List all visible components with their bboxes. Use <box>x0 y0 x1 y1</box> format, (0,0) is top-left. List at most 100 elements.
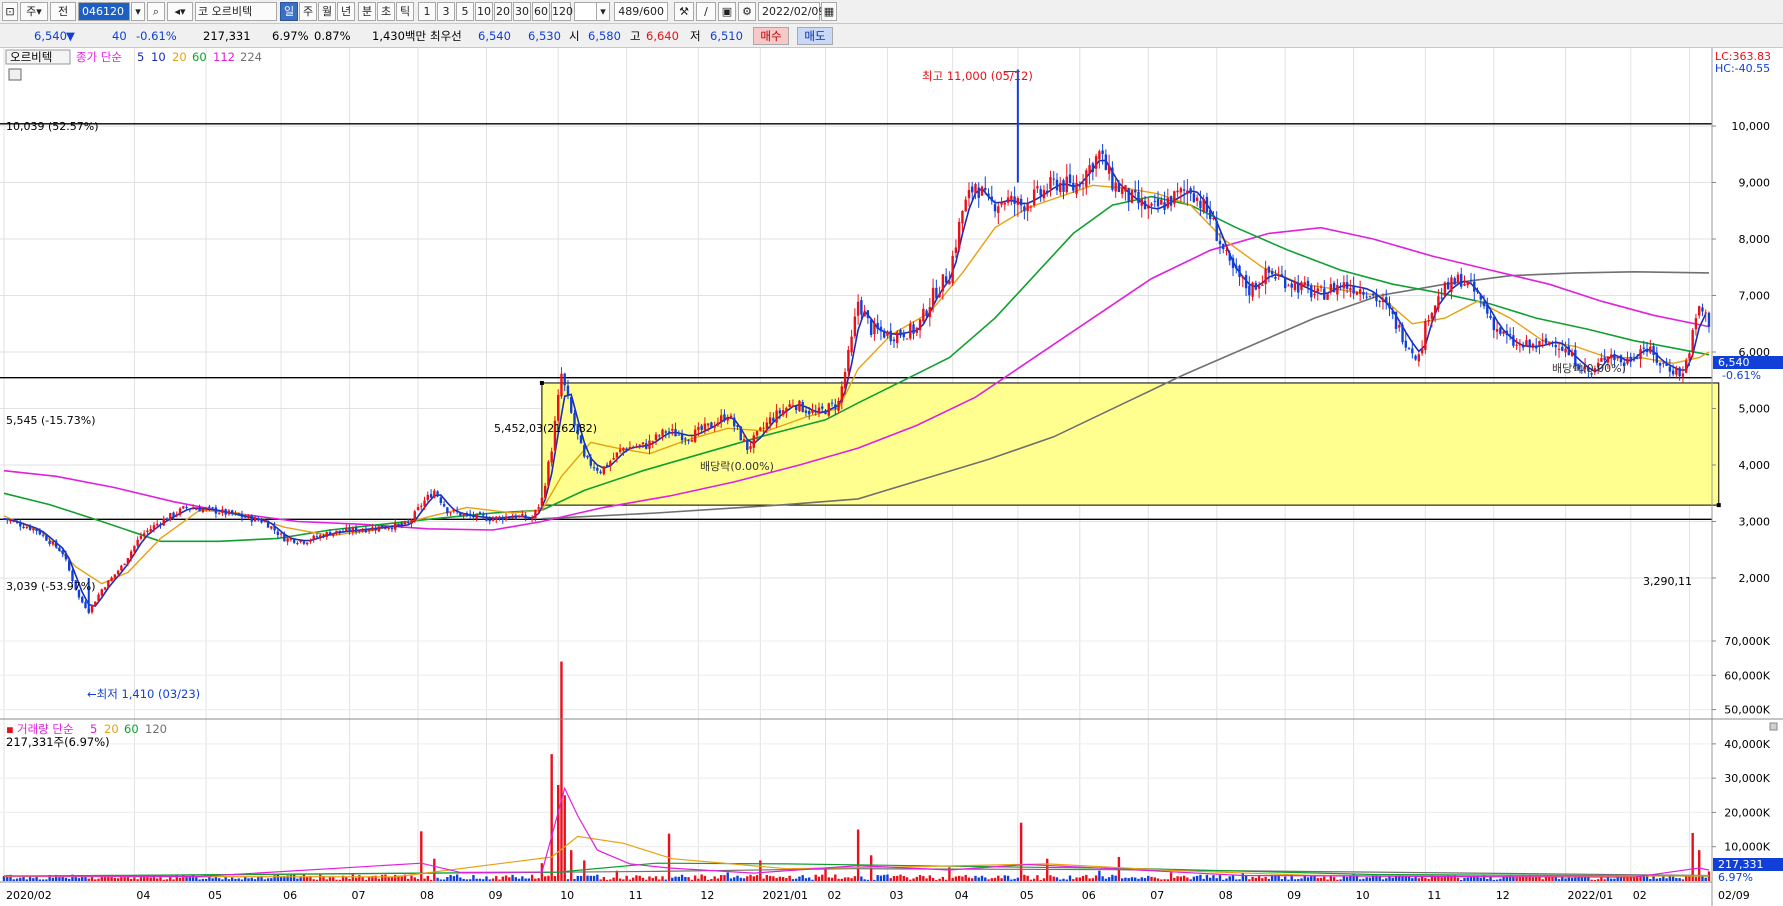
candle-body <box>609 461 612 466</box>
period-month[interactable]: 월 <box>318 2 336 21</box>
candle-body <box>671 429 674 431</box>
interval-60[interactable]: 60 <box>532 2 550 21</box>
quote-change-pct: -0.61% <box>136 29 177 43</box>
level-lower-label: 3,039 (-53.97%) <box>6 580 95 593</box>
gear-icon[interactable]: ⚙ <box>738 2 756 21</box>
candle-body <box>1518 343 1522 346</box>
volume-bar <box>1153 877 1156 881</box>
tools-icon[interactable]: ⚒ <box>674 2 694 21</box>
volume-bar <box>1424 877 1427 881</box>
candle-body <box>1443 282 1447 297</box>
volume-bar <box>380 874 384 881</box>
candle-body <box>485 516 488 521</box>
volume-bar <box>1120 878 1124 881</box>
candle-body <box>1456 274 1460 283</box>
candle-body <box>1336 284 1339 295</box>
volume-bar <box>915 876 918 881</box>
period-day[interactable]: 일 <box>280 2 298 21</box>
volume-bar <box>1238 879 1241 881</box>
volume-bar <box>475 878 478 881</box>
candle-body <box>1134 190 1137 193</box>
candle-body <box>1120 188 1124 194</box>
candle-body <box>364 528 368 533</box>
prefix-button[interactable]: 전 <box>50 2 76 21</box>
candle-body <box>335 530 338 534</box>
candle-body <box>899 330 902 336</box>
code-dropdown-icon[interactable]: ▾ <box>131 2 145 21</box>
candle-body <box>1046 190 1049 193</box>
window-icon[interactable]: ⊡ <box>2 2 18 21</box>
candle-body <box>328 532 332 536</box>
calendar-icon[interactable]: ▦ <box>821 2 837 21</box>
candle-body <box>1140 198 1143 206</box>
sell-button[interactable]: 매도 <box>797 27 833 45</box>
save-icon[interactable]: ▣ <box>718 2 736 21</box>
candle-body <box>439 497 443 503</box>
volume-bar <box>524 878 527 881</box>
stock-chart[interactable]: 2,0003,0004,0005,0006,0007,0008,0009,000… <box>0 48 1783 906</box>
volume-bar <box>794 878 798 881</box>
volume-panel-close-icon[interactable] <box>1769 722 1778 731</box>
volume-bar <box>1378 876 1381 881</box>
legend-ma60: 60 <box>192 50 207 64</box>
interval-30[interactable]: 30 <box>513 2 531 21</box>
code-input[interactable]: 046120 <box>78 2 130 21</box>
candle-body <box>834 404 837 409</box>
table-icon[interactable] <box>8 68 22 81</box>
date-input[interactable]: 2022/02/09 <box>758 2 825 21</box>
interval-120[interactable]: 120 <box>551 2 573 21</box>
candle-body <box>1006 197 1010 203</box>
period-year[interactable]: 년 <box>337 2 355 21</box>
stock-name-field[interactable]: 코 오르비텍 <box>195 2 277 21</box>
interval-5[interactable]: 5 <box>456 2 474 21</box>
custom-interval-dropdown-icon[interactable]: ▾ <box>596 2 610 21</box>
candle-body <box>1567 346 1570 356</box>
prev-icon[interactable]: ◂▾ <box>167 2 193 21</box>
candle-body <box>433 490 436 498</box>
period-minute[interactable]: 분 <box>358 2 376 21</box>
candle-body <box>928 307 932 318</box>
volume-bar <box>1225 878 1228 881</box>
count-field[interactable]: 489/600 <box>614 2 668 21</box>
interval-3[interactable]: 3 <box>437 2 455 21</box>
candle-body <box>198 508 201 512</box>
candle-body <box>641 442 645 445</box>
volume-bar <box>1297 879 1300 881</box>
volume-bar <box>928 875 932 881</box>
date-tick-label: 10 <box>1356 889 1370 902</box>
candle-body <box>234 512 237 514</box>
candle-body <box>416 507 420 510</box>
candle-body <box>605 464 609 467</box>
period-tick[interactable]: 틱 <box>396 2 414 21</box>
volume-bar <box>1189 879 1192 881</box>
volume-bar <box>390 877 394 881</box>
candle-body <box>941 274 945 292</box>
candle-body <box>1394 311 1398 329</box>
period-second[interactable]: 초 <box>377 2 395 21</box>
candle-body <box>1173 191 1176 204</box>
volume-bar <box>987 879 990 881</box>
candle-body <box>9 520 12 522</box>
search-icon[interactable]: ⌕ <box>147 2 165 21</box>
candle-body <box>240 513 244 518</box>
candle-body <box>687 440 690 442</box>
date-tick-label: 2021/01 <box>762 889 808 902</box>
interval-1[interactable]: 1 <box>418 2 436 21</box>
legend-ma20: 20 <box>172 50 187 64</box>
draw-icon[interactable]: ∕ <box>696 2 716 21</box>
volume-bar <box>116 878 120 881</box>
candle-body <box>1398 325 1401 328</box>
volume-bar <box>1072 879 1075 881</box>
buy-button[interactable]: 매수 <box>753 27 789 45</box>
volume-bar <box>814 874 817 881</box>
candle-body <box>814 411 817 413</box>
price-tick-label: 9,000 <box>1739 177 1771 190</box>
candle-body <box>742 439 746 442</box>
period-week[interactable]: 주 <box>299 2 317 21</box>
mode-select[interactable]: 주▾ <box>20 2 48 21</box>
volume-bar <box>1411 878 1414 881</box>
interval-20[interactable]: 20 <box>494 2 512 21</box>
interval-10[interactable]: 10 <box>475 2 493 21</box>
date-tick-label: 03 <box>889 889 903 902</box>
volume-bar <box>1329 875 1333 881</box>
